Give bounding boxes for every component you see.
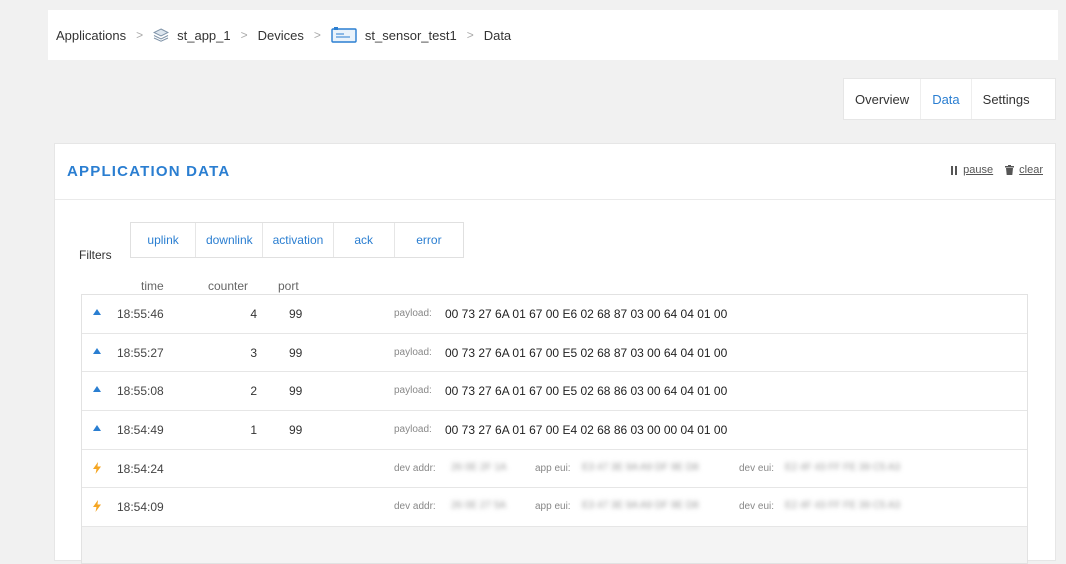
lightning-icon bbox=[93, 461, 101, 474]
row-dev-eui-label: dev eui: bbox=[739, 501, 775, 513]
row-port: 99 bbox=[289, 384, 303, 399]
tab-data[interactable]: Data bbox=[921, 79, 972, 119]
card-header: APPLICATION DATA pause clear bbox=[55, 144, 1055, 200]
row-payload: 00 73 27 6A 01 67 00 E5 02 68 87 03 00 6… bbox=[445, 345, 728, 360]
row-time: 18:54:09 bbox=[117, 500, 164, 515]
uplink-arrow-icon bbox=[93, 386, 101, 393]
row-dev-addr: 26 0E 2F 1A bbox=[451, 461, 507, 473]
breadcrumb: Applications > st_app_1 > Devices > st_s… bbox=[48, 10, 1058, 60]
lightning-icon bbox=[93, 500, 101, 513]
row-dev-eui: E2 4F 43 FF FE 39 C5 A3 bbox=[785, 500, 901, 512]
column-header-port: port bbox=[278, 279, 299, 293]
row-time: 18:54:24 bbox=[117, 461, 164, 476]
uplink-arrow-icon bbox=[93, 425, 101, 432]
row-payload-label: payload: bbox=[394, 424, 432, 436]
pause-link[interactable]: pause bbox=[963, 164, 993, 176]
row-payload-label: payload: bbox=[394, 308, 432, 319]
row-app-eui: E3 47 3E 9A A9 DF 9E D8 bbox=[582, 461, 699, 473]
row-time: 18:54:49 bbox=[117, 423, 164, 438]
row-app-eui: E3 47 3E 9A A9 DF 9E D8 bbox=[582, 500, 699, 512]
breadcrumb-devices[interactable]: Devices bbox=[258, 28, 304, 43]
breadcrumb-device[interactable]: st_sensor_test1 bbox=[331, 26, 457, 44]
table-row[interactable]: 18:54:09 dev addr: 26 0E 27 5A app eui: … bbox=[82, 488, 1027, 528]
row-app-eui-label: app eui: bbox=[535, 462, 571, 474]
row-dev-eui: E2 4F 43 FF FE 39 C5 A3 bbox=[785, 461, 901, 473]
table-row[interactable]: 18:55:46 4 99 payload: 00 73 27 6A 01 67… bbox=[82, 295, 1027, 334]
row-payload-label: payload: bbox=[394, 346, 432, 358]
table-row[interactable]: 18:54:24 dev addr: 26 0E 2F 1A app eui: … bbox=[82, 449, 1027, 489]
row-port: 99 bbox=[289, 307, 303, 321]
clear-button[interactable]: clear bbox=[1005, 164, 1043, 176]
uplink-arrow-icon bbox=[93, 347, 101, 354]
breadcrumb-app-label: st_app_1 bbox=[177, 27, 231, 43]
pause-button[interactable]: pause bbox=[950, 164, 993, 176]
row-time: 18:55:08 bbox=[117, 384, 164, 399]
filters-group: uplink downlink activation ack error bbox=[130, 222, 464, 258]
row-dev-eui-label: dev eui: bbox=[739, 462, 775, 474]
row-counter: 1 bbox=[250, 423, 257, 438]
breadcrumb-separator: > bbox=[313, 28, 321, 42]
filter-uplink[interactable]: uplink bbox=[131, 223, 197, 257]
breadcrumb-device-label: st_sensor_test1 bbox=[364, 27, 457, 43]
row-port: 99 bbox=[289, 423, 303, 438]
pause-icon bbox=[951, 165, 958, 175]
table-row[interactable]: 18:55:27 3 99 payload: 00 73 27 6A 01 67… bbox=[82, 333, 1027, 373]
row-counter: 3 bbox=[250, 345, 257, 360]
filter-ack[interactable]: ack bbox=[334, 223, 395, 257]
breadcrumb-applications[interactable]: Applications bbox=[56, 28, 126, 43]
column-header-counter: counter bbox=[208, 279, 249, 293]
row-time: 18:55:27 bbox=[117, 345, 164, 360]
trash-icon bbox=[1005, 165, 1015, 175]
row-dev-addr-label: dev addr: bbox=[394, 462, 436, 474]
layers-icon bbox=[153, 28, 170, 42]
row-port: 99 bbox=[289, 345, 303, 360]
card-actions: pause clear bbox=[938, 164, 1043, 176]
uplink-arrow-icon bbox=[93, 309, 101, 315]
row-payload-label: payload: bbox=[394, 385, 432, 397]
breadcrumb-app[interactable]: st_app_1 bbox=[153, 28, 231, 43]
breadcrumb-current: Data bbox=[483, 27, 512, 43]
tab-overview[interactable]: Overview bbox=[844, 79, 922, 119]
row-payload: 00 73 27 6A 01 67 00 E6 02 68 87 03 00 6… bbox=[445, 307, 728, 321]
breadcrumb-separator: > bbox=[136, 28, 144, 42]
row-app-eui-label: app eui: bbox=[535, 501, 571, 513]
clear-link[interactable]: clear bbox=[1019, 164, 1043, 176]
filter-activation[interactable]: activation bbox=[263, 223, 334, 257]
card-title: APPLICATION DATA bbox=[67, 163, 231, 180]
table-row[interactable]: 18:54:49 1 99 payload: 00 73 27 6A 01 67… bbox=[82, 411, 1027, 450]
data-list: 18:55:46 4 99 payload: 00 73 27 6A 01 67… bbox=[81, 294, 1028, 564]
application-data-card: APPLICATION DATA pause clear Filters upl… bbox=[54, 143, 1056, 564]
tab-settings[interactable]: Settings bbox=[972, 79, 1041, 119]
breadcrumb-separator: > bbox=[240, 28, 248, 42]
breadcrumb-separator: > bbox=[466, 28, 474, 42]
device-icon bbox=[331, 27, 357, 43]
row-counter: 2 bbox=[250, 384, 257, 399]
filter-error[interactable]: error bbox=[395, 223, 463, 257]
device-tabs: Overview Data Settings bbox=[843, 78, 1056, 120]
table-row[interactable]: 18:55:08 2 99 payload: 00 73 27 6A 01 67… bbox=[82, 372, 1027, 412]
row-dev-addr-label: dev addr: bbox=[394, 501, 436, 513]
filters-label: Filters bbox=[79, 248, 112, 262]
row-payload: 00 73 27 6A 01 67 00 E5 02 68 86 03 00 6… bbox=[445, 384, 728, 399]
row-payload: 00 73 27 6A 01 67 00 E4 02 68 86 03 00 0… bbox=[445, 423, 728, 438]
column-header-time: time bbox=[141, 279, 164, 293]
row-dev-addr: 26 0E 27 5A bbox=[451, 500, 507, 512]
row-counter: 4 bbox=[250, 307, 257, 321]
filter-downlink[interactable]: downlink bbox=[196, 223, 264, 257]
row-time: 18:55:46 bbox=[117, 307, 164, 321]
